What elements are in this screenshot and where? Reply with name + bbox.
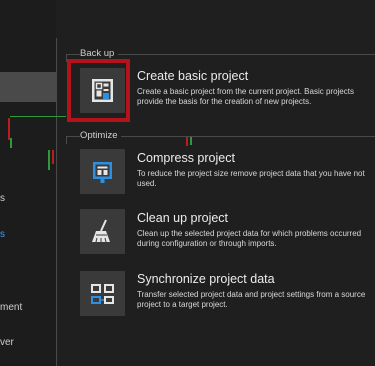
section-label-backup: Back up [80, 48, 119, 59]
broom-icon [92, 219, 110, 243]
connector-trace [52, 150, 54, 164]
selection-highlight-frame [67, 59, 130, 122]
compress-project-icon [93, 162, 112, 183]
connector-trace [8, 118, 10, 140]
clean-up-project-title[interactable]: Clean up project [137, 211, 228, 225]
synchronize-project-data-button[interactable] [80, 271, 125, 316]
section-label-optimize: Optimize [80, 130, 122, 141]
left-nav-item[interactable]: ver [0, 337, 14, 348]
create-basic-project-title[interactable]: Create basic project [137, 69, 248, 83]
synchronize-project-data-title[interactable]: Synchronize project data [137, 272, 275, 286]
compress-project-button[interactable] [80, 149, 125, 194]
connector-trace [186, 137, 188, 146]
panel-divider [56, 38, 57, 366]
connector-trace [190, 137, 192, 145]
left-nav-item[interactable]: s [0, 229, 5, 240]
left-nav-selected-item[interactable] [0, 72, 56, 102]
connector-trace [10, 116, 66, 117]
connector-trace [10, 138, 12, 148]
compress-project-title[interactable]: Compress project [137, 151, 235, 165]
left-nav-item[interactable]: ment [0, 302, 22, 313]
sync-project-icon [91, 284, 114, 304]
clean-up-project-button[interactable] [80, 209, 125, 254]
compress-project-description: To reduce the project size remove projec… [137, 169, 365, 188]
synchronize-project-data-description: Transfer selected project data and proje… [137, 290, 366, 309]
create-basic-project-description: Create a basic project from the current … [137, 87, 354, 106]
section-divider-tick [66, 136, 67, 144]
left-nav-item[interactable]: s [0, 193, 5, 204]
connector-trace [48, 150, 50, 170]
clean-up-project-description: Clean up the selected project data for w… [137, 229, 362, 248]
